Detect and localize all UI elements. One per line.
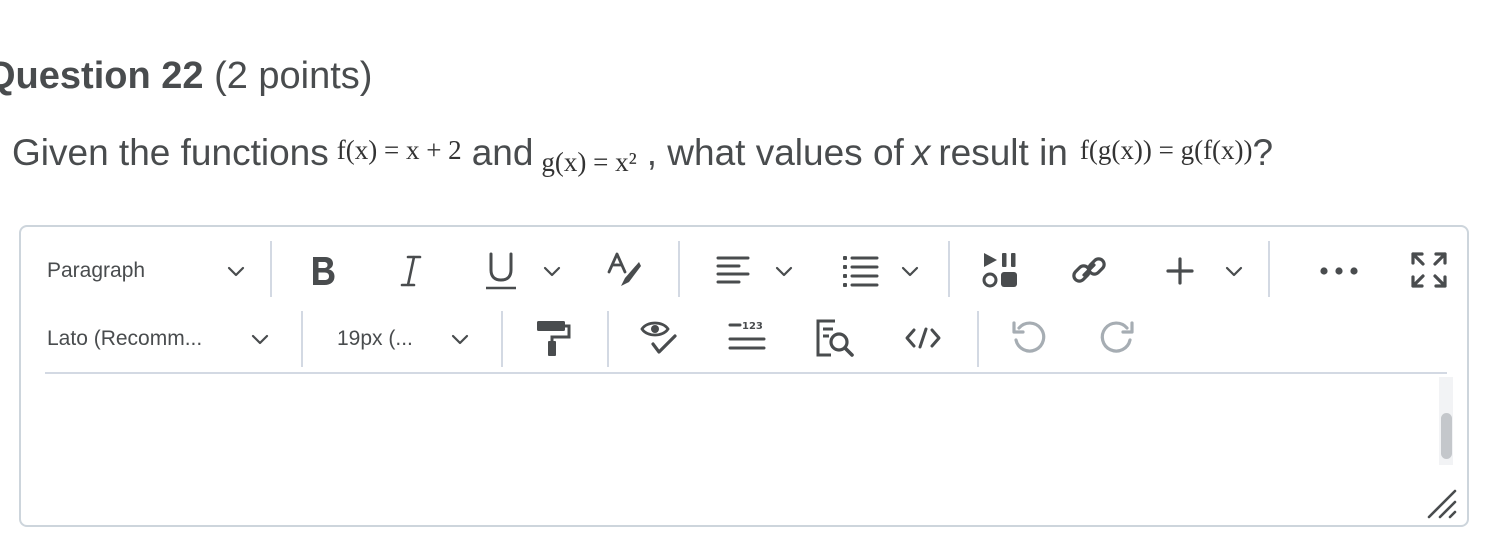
undo-icon xyxy=(1010,319,1048,357)
more-actions-button[interactable] xyxy=(1317,249,1361,293)
block-format-label: Paragraph xyxy=(47,259,146,282)
block-format-dropdown[interactable]: Paragraph xyxy=(47,251,247,291)
svg-text:123: 123 xyxy=(742,321,763,332)
accessibility-check-button[interactable] xyxy=(637,315,681,361)
rich-text-editor[interactable]: Paragraph Lato (Recomm... 19px (... 123 xyxy=(19,225,1469,527)
question-text-and: and xyxy=(471,132,534,173)
more-icon xyxy=(1319,266,1359,276)
bullet-list-icon xyxy=(841,253,879,289)
align-dropdown[interactable] xyxy=(715,249,795,293)
chevron-down-icon xyxy=(1223,260,1245,282)
question-points: (2 points) xyxy=(214,55,373,97)
source-code-icon xyxy=(904,326,942,350)
redo-icon xyxy=(1098,319,1136,357)
toolbar-separator xyxy=(501,311,503,367)
chevron-down-icon xyxy=(249,328,271,350)
format-painter-button[interactable] xyxy=(531,315,575,361)
question-title: Question 22 xyxy=(0,55,204,97)
chevron-down-icon xyxy=(773,260,795,282)
accessibility-check-icon xyxy=(639,318,679,358)
underline-dropdown[interactable] xyxy=(483,249,563,293)
redo-button[interactable] xyxy=(1095,315,1139,361)
math-g-of-x: g(x) = x² xyxy=(541,147,637,177)
insert-media-icon xyxy=(981,250,1021,290)
question-text-part1: Given the functions xyxy=(12,132,329,173)
font-family-label: Lato (Recomm... xyxy=(47,327,203,350)
word-count-icon: 123 xyxy=(727,320,767,356)
list-dropdown[interactable] xyxy=(841,249,921,293)
math-f-of-x: f(x) = x + 2 xyxy=(336,135,462,165)
insert-media-button[interactable] xyxy=(979,247,1023,293)
italic-button[interactable] xyxy=(391,249,431,293)
bold-button[interactable] xyxy=(303,249,343,293)
insert-more-dropdown[interactable] xyxy=(1165,249,1245,293)
toolbar-separator xyxy=(607,311,609,367)
font-size-label: 19px (... xyxy=(337,327,413,350)
editor-scrollbar[interactable] xyxy=(1439,377,1453,465)
chevron-down-icon xyxy=(541,260,563,282)
chevron-down-icon xyxy=(899,260,921,282)
question-text-part3: result in xyxy=(938,132,1068,173)
clear-format-icon xyxy=(605,250,645,290)
question-text-end: ? xyxy=(1252,132,1274,173)
find-replace-button[interactable] xyxy=(813,315,857,361)
find-replace-icon xyxy=(815,318,855,358)
format-painter-icon xyxy=(534,318,572,358)
toolbar-separator xyxy=(977,311,979,367)
toolbar-separator xyxy=(270,241,272,297)
chevron-down-icon xyxy=(225,260,247,282)
word-count-button[interactable]: 123 xyxy=(725,315,769,361)
bold-icon xyxy=(308,254,338,288)
math-composition: f(g(x)) = g(f(x)) xyxy=(1079,135,1253,165)
variable-x: x xyxy=(911,132,931,173)
resize-handle-icon xyxy=(1425,487,1457,519)
underline-icon xyxy=(483,251,519,291)
source-code-button[interactable] xyxy=(901,315,945,361)
toolbar-divider xyxy=(45,372,1447,374)
toolbar-separator xyxy=(1268,241,1270,297)
question-text-part2: , what values of xyxy=(646,132,904,173)
question-header: Question 22 (2 points) xyxy=(0,55,372,98)
fullscreen-button[interactable] xyxy=(1407,247,1451,293)
question-text: Given the functions f(x) = x + 2 and g(x… xyxy=(12,132,1274,177)
toolbar-separator xyxy=(301,311,303,367)
plus-icon xyxy=(1165,256,1195,286)
italic-icon xyxy=(398,254,424,288)
link-icon xyxy=(1070,251,1108,289)
editor-content-area[interactable] xyxy=(45,377,1433,507)
toolbar-separator xyxy=(678,241,680,297)
clear-format-button[interactable] xyxy=(603,247,647,293)
font-size-dropdown[interactable]: 19px (... xyxy=(337,319,471,359)
toolbar-separator xyxy=(948,241,950,297)
chevron-down-icon xyxy=(449,328,471,350)
align-left-icon xyxy=(715,253,751,289)
scrollbar-thumb[interactable] xyxy=(1441,413,1452,459)
fullscreen-icon xyxy=(1410,251,1448,289)
resize-handle[interactable] xyxy=(1425,487,1457,519)
undo-button[interactable] xyxy=(1007,315,1051,361)
font-family-dropdown[interactable]: Lato (Recomm... xyxy=(47,319,271,359)
insert-link-button[interactable] xyxy=(1067,247,1111,293)
